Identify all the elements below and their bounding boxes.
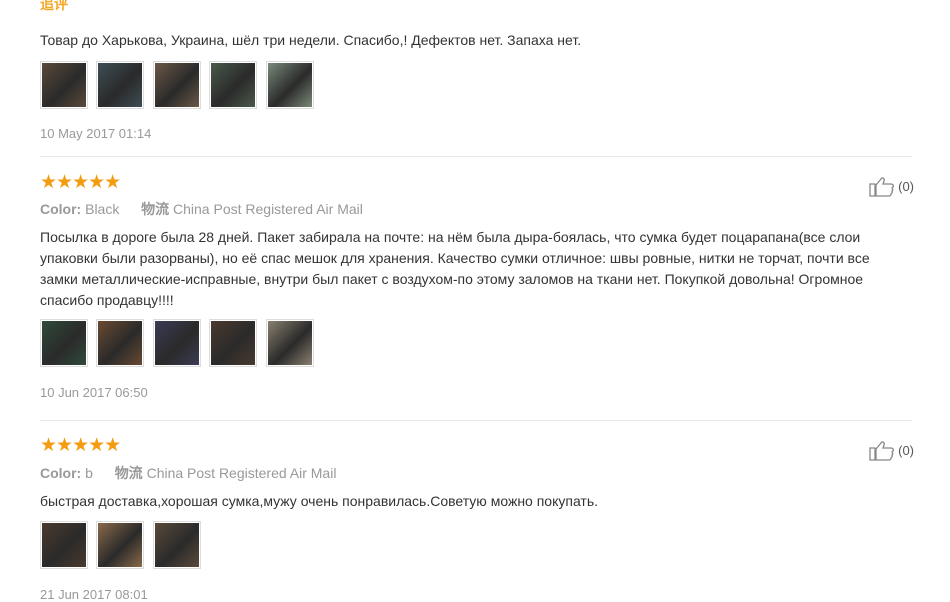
helpful-button[interactable]: (0) [868,439,914,461]
shipping-value: China Post Registered Air Mail [173,201,363,217]
review-meta: Color: Black 物流 China Post Registered Ai… [40,199,363,219]
bag-photo [267,63,312,107]
bag-photo [42,523,86,567]
color-label: Color: [40,201,82,217]
review-photo-thumbnail[interactable] [265,319,314,367]
thumbs-up-icon [869,177,895,197]
thumbs-up-icon [869,441,895,461]
bag-photo [98,63,143,107]
shipping-label: 物流 [141,201,170,217]
bag-photo [211,63,256,107]
bag-photo [267,321,312,365]
review-text: быстрая доставка,хорошая сумка,мужу очен… [40,493,599,509]
bag-photo [154,523,199,567]
review-date: 10 May 2017 01:14 [40,126,152,141]
bag-photo [211,321,256,365]
bag-photo [42,321,86,365]
review-divider [40,420,912,421]
review-divider [40,156,912,157]
additional-review-label: 追评 [40,0,68,12]
review-photos [40,521,205,569]
star-rating: ★★★★★ [40,172,121,193]
review-photo-thumbnail[interactable] [96,319,145,367]
review-photo-thumbnail[interactable] [209,61,258,109]
star-rating: ★★★★★ [40,435,121,456]
bag-photo [42,63,86,107]
bag-photo [98,523,143,567]
review-photo-thumbnail[interactable] [152,319,201,367]
review-meta: Color: b 物流 China Post Registered Air Ma… [40,463,336,483]
review-photo-thumbnail[interactable] [96,521,145,569]
review-photo-thumbnail[interactable] [40,521,88,569]
color-label: Color: [40,465,82,481]
review-photos [40,319,318,367]
review-photo-thumbnail[interactable] [265,61,314,109]
shipping-value: China Post Registered Air Mail [146,465,337,481]
review-text: Посылка в дороге была 28 дней. Пакет заб… [40,229,870,308]
shipping-label: 物流 [114,465,143,481]
review-photo-thumbnail[interactable] [152,61,201,109]
bag-photo [154,63,199,107]
helpful-button[interactable]: (0) [868,175,914,197]
bag-photo [98,321,143,365]
review-photo-thumbnail[interactable] [96,61,145,109]
review-photo-thumbnail[interactable] [40,319,88,367]
bag-photo [154,321,199,365]
helpful-count: (0) [898,442,914,458]
color-value: Black [85,201,120,217]
review-photo-thumbnail[interactable] [152,521,201,569]
review-photo-thumbnail[interactable] [40,61,88,109]
review-photos [40,61,318,109]
review-date: 10 Jun 2017 06:50 [40,385,148,400]
helpful-count: (0) [898,178,914,194]
review-text: Товар до Харькова, Украина, шёл три неде… [40,32,582,48]
color-value: b [85,465,93,481]
review-photo-thumbnail[interactable] [209,319,258,367]
